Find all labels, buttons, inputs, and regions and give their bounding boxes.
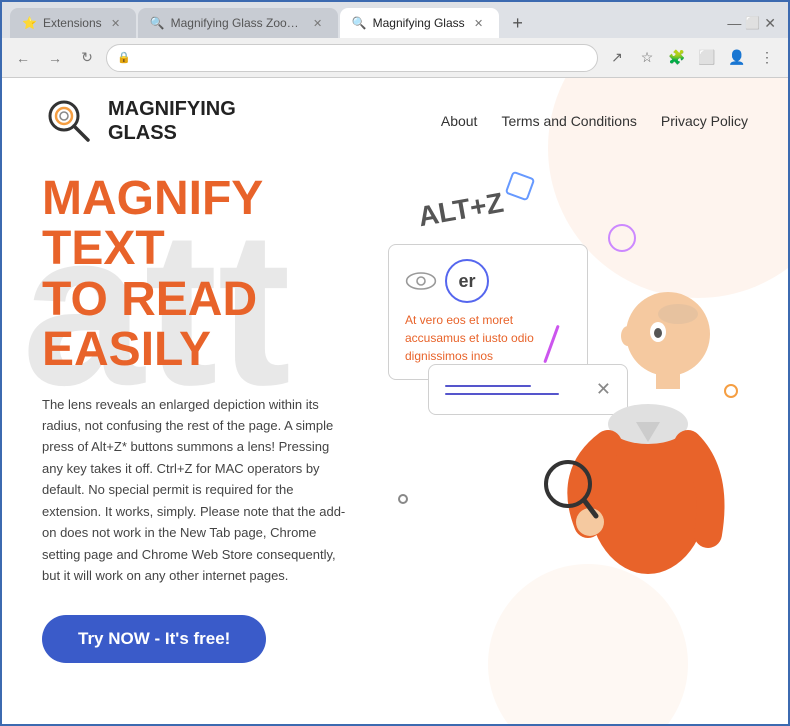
browser-toolbar: ← → ↻ 🔒 ↗ ☆ 🧩 ⬜ 👤 ⋮: [2, 38, 788, 78]
tab-extensions[interactable]: ⭐ Extensions ✕: [10, 8, 136, 38]
magnifying-zoom-tab-close[interactable]: ✕: [310, 15, 326, 31]
magnifying-zoom-tab-label: Magnifying Glass Zoom - Chrom...: [171, 16, 304, 30]
hero-left: MAGNIFY TEXT TO READ EASILY The lens rev…: [42, 164, 368, 663]
magnifying-glass-tab-label: Magnifying Glass: [373, 16, 465, 30]
alt-z-label: ALT+Z: [416, 187, 506, 233]
magnifying-glass-tab-icon: 🔍: [352, 16, 367, 30]
restore-button[interactable]: ⬜: [745, 16, 760, 30]
magnify-circle: er: [445, 259, 489, 303]
bookmark-icon[interactable]: ☆: [634, 45, 660, 71]
hero-right: ALT+Z: [368, 164, 748, 584]
toolbar-actions: ↗ ☆ 🧩 ⬜ 👤 ⋮: [604, 45, 780, 71]
refresh-button[interactable]: ↻: [74, 45, 100, 71]
new-tab-button[interactable]: +: [505, 10, 531, 36]
logo-icon: [42, 94, 96, 148]
deco-square-1: [505, 171, 536, 202]
nav-link-privacy[interactable]: Privacy Policy: [661, 113, 748, 129]
page-content: att MAGNIFYING GLASS: [2, 78, 788, 724]
profile-icon[interactable]: ⬜: [694, 45, 720, 71]
hero-section: MAGNIFY TEXT TO READ EASILY The lens rev…: [2, 164, 788, 663]
search-line-1: [445, 385, 531, 387]
nav-link-about[interactable]: About: [441, 113, 478, 129]
deco-circle-3: [398, 494, 408, 504]
nav-link-terms[interactable]: Terms and Conditions: [501, 113, 636, 129]
magnifying-glass-tab-close[interactable]: ✕: [471, 15, 487, 31]
forward-button[interactable]: →: [42, 45, 68, 71]
logo: MAGNIFYING GLASS: [42, 94, 236, 148]
hero-description: The lens reveals an enlarged depiction w…: [42, 394, 352, 587]
share-icon[interactable]: ↗: [604, 45, 630, 71]
extensions-tab-icon: ⭐: [22, 16, 37, 30]
back-button[interactable]: ←: [10, 45, 36, 71]
account-icon[interactable]: 👤: [724, 45, 750, 71]
eye-icon: [405, 271, 437, 291]
magnifying-zoom-tab-icon: 🔍: [150, 16, 165, 30]
tab-magnifying-glass[interactable]: 🔍 Magnifying Glass ✕: [340, 8, 499, 38]
logo-text: MAGNIFYING GLASS: [108, 97, 236, 145]
address-bar[interactable]: 🔒: [106, 44, 598, 72]
lock-icon: 🔒: [117, 51, 131, 64]
extensions-tab-label: Extensions: [43, 16, 102, 30]
extensions-icon[interactable]: 🧩: [664, 45, 690, 71]
browser-window: ⭐ Extensions ✕ 🔍 Magnifying Glass Zoom -…: [0, 0, 790, 726]
site-nav: MAGNIFYING GLASS About Terms and Conditi…: [2, 78, 788, 164]
tab-bar: ⭐ Extensions ✕ 🔍 Magnifying Glass Zoom -…: [2, 2, 788, 38]
cta-button[interactable]: Try NOW - It's free!: [42, 615, 266, 663]
extensions-tab-close[interactable]: ✕: [108, 15, 124, 31]
menu-icon[interactable]: ⋮: [754, 45, 780, 71]
site-wrapper: att MAGNIFYING GLASS: [2, 78, 788, 724]
hero-headline: MAGNIFY TEXT TO READ EASILY: [42, 174, 368, 376]
person-illustration: [538, 174, 748, 574]
tab-magnifying-zoom[interactable]: 🔍 Magnifying Glass Zoom - Chrom... ✕: [138, 8, 338, 38]
close-button[interactable]: ✕: [764, 15, 776, 32]
nav-links: About Terms and Conditions Privacy Polic…: [441, 113, 748, 129]
minimize-button[interactable]: —: [727, 15, 741, 31]
